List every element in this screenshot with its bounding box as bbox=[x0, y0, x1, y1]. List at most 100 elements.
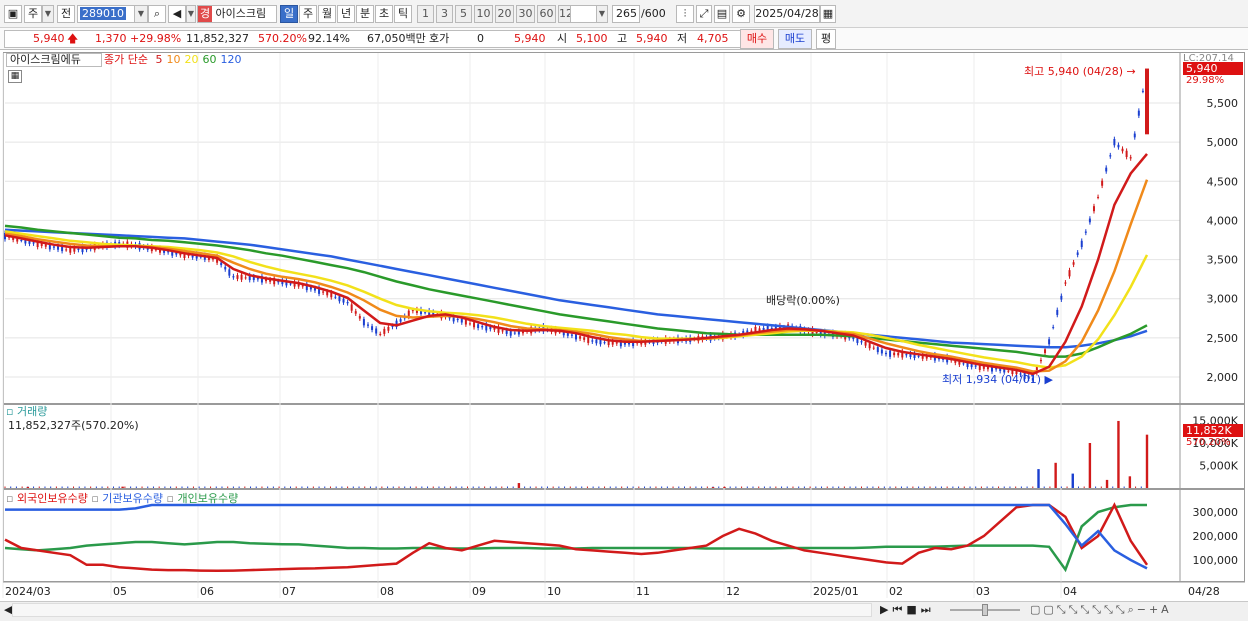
volume-bar bbox=[1037, 469, 1040, 488]
candle-body bbox=[44, 244, 47, 247]
candle-body bbox=[591, 340, 594, 342]
candle-body bbox=[1129, 157, 1132, 159]
volume-title-text: 거래량 bbox=[16, 405, 48, 418]
stock-chart[interactable]: 2,000 2,500 3,000 3,500 4,000 4,500 5,000 5,500… bbox=[0, 0, 1248, 621]
candle-body bbox=[334, 296, 337, 298]
ma-legend-10[interactable]: 10 bbox=[166, 53, 180, 66]
candle-body bbox=[587, 336, 590, 343]
candle-body bbox=[473, 322, 476, 328]
candle-body bbox=[501, 330, 504, 332]
current-pct-tag: 29.98% bbox=[1186, 75, 1225, 86]
candle-body bbox=[583, 337, 586, 340]
candle-body bbox=[1072, 262, 1075, 265]
candle-body bbox=[513, 332, 516, 334]
time-axis-label: 03 bbox=[976, 585, 990, 598]
candle-body bbox=[1060, 295, 1063, 300]
candle-body bbox=[1101, 180, 1104, 186]
candle-body bbox=[1039, 359, 1042, 362]
ma-legend-60[interactable]: 60 bbox=[202, 53, 216, 66]
candle-body bbox=[322, 291, 325, 293]
zoom-handle[interactable] bbox=[982, 604, 988, 616]
scrollbar-track[interactable] bbox=[12, 603, 872, 617]
ma-legend-20[interactable]: 20 bbox=[184, 53, 198, 66]
candle-body bbox=[256, 278, 259, 280]
candle-body bbox=[362, 319, 365, 326]
candle-body bbox=[1007, 370, 1010, 372]
candle-body bbox=[224, 266, 227, 270]
candle-body bbox=[69, 247, 72, 253]
candle-body bbox=[1056, 309, 1059, 315]
candle-body bbox=[1105, 167, 1108, 172]
candle-body bbox=[20, 240, 23, 241]
candle-body bbox=[893, 352, 896, 356]
time-axis-label: 06 bbox=[200, 585, 214, 598]
candle-body bbox=[1092, 206, 1095, 212]
current-price-tag: 5,940 bbox=[1183, 62, 1243, 75]
table-icon[interactable]: ▦ bbox=[8, 70, 22, 83]
candle-body bbox=[456, 318, 459, 321]
candle-body bbox=[1109, 155, 1112, 157]
stock-label[interactable]: 아이스크림에듀 bbox=[6, 53, 102, 67]
candle-body bbox=[1052, 327, 1055, 329]
candle-body bbox=[1097, 196, 1100, 198]
candle-body bbox=[40, 243, 43, 246]
holder-legend: ▫ 외국인보유수량 ▫ 기관보유수량 ▫ 개인보유수량 bbox=[6, 492, 239, 505]
ma-legend-5[interactable]: 5 bbox=[155, 53, 162, 66]
time-axis-label: 12 bbox=[726, 585, 740, 598]
volume-bar bbox=[1088, 443, 1092, 488]
candle-body bbox=[1121, 148, 1124, 152]
candle-body bbox=[897, 352, 900, 356]
candle-body bbox=[1076, 252, 1079, 255]
time-axis-label: 05 bbox=[113, 585, 127, 598]
holder-line-institution bbox=[5, 503, 1148, 570]
ma-legend-120[interactable]: 120 bbox=[220, 53, 241, 66]
price-axis-label: 4,500 bbox=[1207, 175, 1239, 188]
foreign-label: 외국인보유수량 bbox=[16, 492, 88, 505]
candle-body bbox=[579, 336, 582, 339]
low-note: 최저 1,934 (04/01) bbox=[942, 373, 1042, 386]
candle-body bbox=[615, 342, 618, 344]
playback-controls[interactable]: ▶⏮■⏭ bbox=[880, 603, 935, 617]
candle-body bbox=[52, 246, 55, 248]
institution-label: 기관보유수량 bbox=[102, 492, 164, 505]
price-axis-label: 3,500 bbox=[1207, 254, 1239, 267]
volume-title: ▫ 거래량 bbox=[6, 405, 48, 418]
candle-body bbox=[868, 343, 871, 349]
time-axis-label: 2025/01 bbox=[813, 585, 859, 598]
volume-axis-label: 5,000K bbox=[1199, 460, 1238, 473]
candle-body bbox=[350, 304, 353, 311]
time-axis-label: 02 bbox=[889, 585, 903, 598]
candle-body bbox=[880, 349, 883, 354]
volume-value-label: 11,852,327주(570.20%) bbox=[8, 419, 139, 432]
candle-body bbox=[872, 347, 875, 349]
volume-bar bbox=[1117, 420, 1120, 488]
candle-body bbox=[982, 366, 985, 369]
holder-line-individual bbox=[4, 503, 1147, 573]
candle-body bbox=[371, 326, 374, 330]
candle-body bbox=[1048, 339, 1051, 345]
drawing-tools[interactable]: ▢▢⤡⤡⤡⤡⤡⤡⌕−+A bbox=[1030, 603, 1172, 617]
time-axis-label: 08 bbox=[380, 585, 394, 598]
candle-body bbox=[1113, 139, 1116, 146]
candle-body bbox=[1117, 144, 1120, 148]
time-axis-label: 07 bbox=[282, 585, 296, 598]
price-axis-label: 4,000 bbox=[1207, 214, 1239, 227]
candle-body bbox=[228, 269, 231, 276]
candle-body bbox=[65, 249, 68, 251]
candle-body bbox=[1064, 282, 1067, 284]
candle-body bbox=[570, 334, 573, 336]
candle-body bbox=[1125, 150, 1128, 158]
time-axis-label: 2024/03 bbox=[5, 585, 51, 598]
candle-body bbox=[1068, 270, 1071, 277]
volume-bar bbox=[26, 486, 30, 488]
ma-legend[interactable]: 종가 단순 5 10 20 60 120 bbox=[104, 53, 241, 66]
candle-body bbox=[338, 296, 341, 302]
candle-body bbox=[468, 323, 471, 325]
candle-body bbox=[32, 242, 35, 244]
candle-body bbox=[326, 291, 329, 296]
candle-body bbox=[460, 318, 463, 323]
time-axis-label: 04/28 bbox=[1188, 585, 1220, 598]
volume-bar bbox=[121, 486, 124, 488]
holder-line-foreign bbox=[4, 502, 1149, 573]
candle-body bbox=[387, 326, 390, 331]
